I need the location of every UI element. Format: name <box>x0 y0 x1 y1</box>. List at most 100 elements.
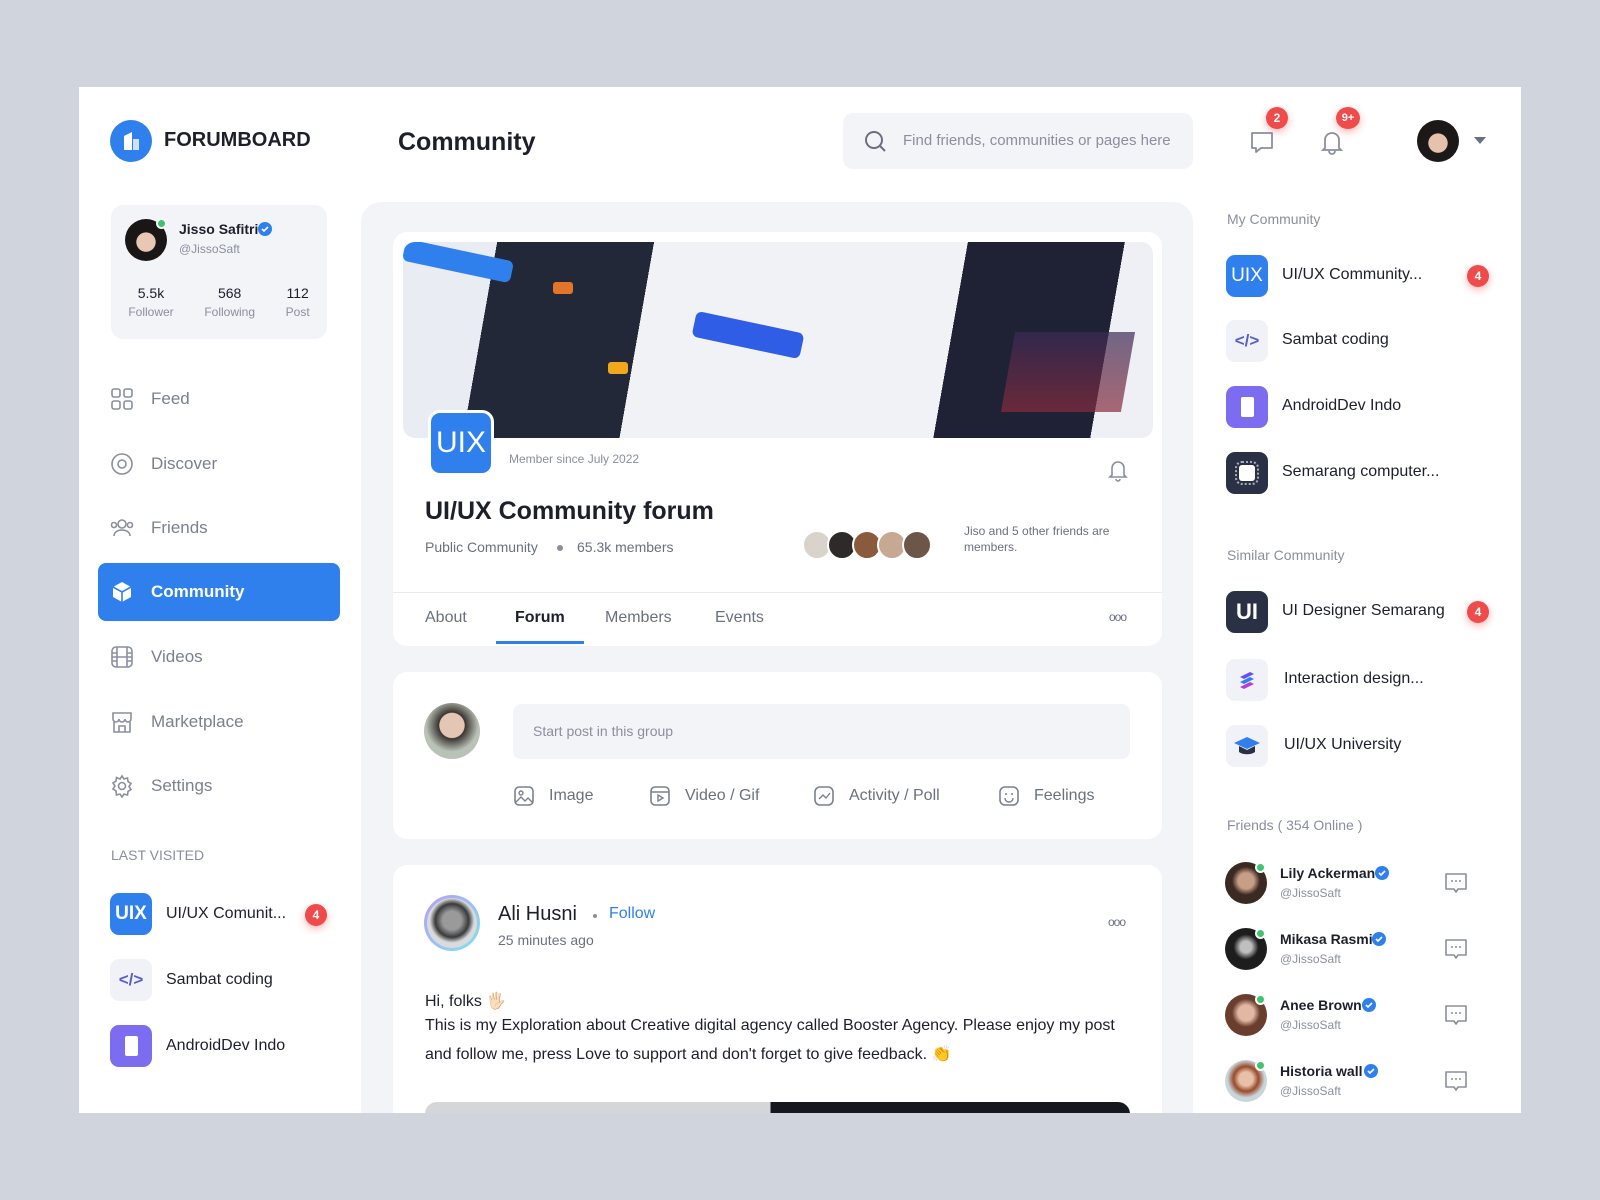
stat-following[interactable]: 568 Following <box>204 285 255 319</box>
friends-avatars[interactable] <box>802 530 942 562</box>
search-input[interactable]: Find friends, communities or pages here <box>843 113 1193 169</box>
community-item[interactable]: </> Sambat coding <box>1226 320 1506 362</box>
active-tab-indicator <box>496 641 584 644</box>
chart-icon <box>814 786 834 806</box>
nav-marketplace[interactable]: Marketplace <box>98 693 340 751</box>
image-icon <box>514 786 534 806</box>
main-content: UIX Member since July 2022 UI/UX Communi… <box>361 202 1193 1113</box>
grid-icon <box>111 388 133 410</box>
profile-stats: 5.5k Follower 568 Following 112 Post <box>111 285 327 319</box>
last-visited-item[interactable]: </> Sambat coding <box>110 959 330 1003</box>
friend-avatar <box>902 530 932 560</box>
android-device-icon <box>1226 386 1268 428</box>
nav-settings[interactable]: Settings <box>98 757 340 815</box>
app-window: FORUMBOARD Community Find friends, commu… <box>79 87 1521 1113</box>
community-item[interactable]: UIX UI/UX Community... 4 <box>1226 255 1506 297</box>
messages-button[interactable] <box>1249 129 1275 155</box>
gear-icon <box>111 774 133 798</box>
nav-videos[interactable]: Videos <box>98 628 340 686</box>
feelings-button[interactable]: Feelings <box>998 784 1094 808</box>
page-title: Community <box>398 128 536 156</box>
post-author-avatar[interactable] <box>424 895 480 951</box>
community-item[interactable]: AndroidDev Indo <box>1226 386 1506 428</box>
community-item[interactable]: Semarang computer... <box>1226 452 1506 494</box>
image-button[interactable]: Image <box>513 784 593 808</box>
chat-icon[interactable] <box>1443 870 1469 896</box>
composer-avatar <box>424 703 480 759</box>
friends-members-text: Jiso and 5 other friends are members. <box>964 524 1110 554</box>
tab-members[interactable]: Members <box>605 609 672 627</box>
similar-community-heading: Similar Community <box>1227 547 1345 563</box>
smiley-icon <box>999 786 1019 806</box>
post-author-name[interactable]: Ali Husni <box>498 903 577 926</box>
store-icon <box>112 712 132 733</box>
verified-icon <box>1375 866 1389 880</box>
profile-name: Jisso Safitri <box>179 221 259 237</box>
user-avatar[interactable] <box>1417 120 1459 162</box>
community-banner-image <box>403 242 1153 438</box>
nav-community[interactable]: Community <box>98 563 340 621</box>
chat-icon[interactable] <box>1443 936 1469 962</box>
uix-logo: UIX <box>1226 255 1268 297</box>
profile-handle: @JissoSaft <box>179 242 240 256</box>
messages-badge: 2 <box>1266 107 1288 129</box>
stat-followers[interactable]: 5.5k Follower <box>128 285 173 319</box>
friends-heading: Friends ( 354 Online ) <box>1227 817 1363 833</box>
post-image[interactable] <box>425 1102 1130 1113</box>
community-type: Public Community <box>425 539 538 555</box>
video-icon <box>650 786 670 806</box>
film-icon <box>111 646 133 668</box>
post-body: This is my Exploration about Creative di… <box>425 1017 1115 1063</box>
friend-row[interactable]: Historia wall @JissoSaft <box>1225 1060 1505 1104</box>
users-icon <box>110 519 134 537</box>
tab-about[interactable]: About <box>425 609 467 627</box>
chat-icon[interactable] <box>1443 1002 1469 1028</box>
stat-posts[interactable]: 112 Post <box>286 285 310 319</box>
chat-icon[interactable] <box>1443 1068 1469 1094</box>
community-item[interactable]: UI/UX University <box>1226 725 1506 767</box>
more-options-icon[interactable]: ooo <box>1109 610 1127 624</box>
tab-events[interactable]: Events <box>715 609 764 627</box>
separator-dot <box>593 914 597 918</box>
post-composer: Start post in this group Image Video / G… <box>393 672 1162 839</box>
follow-link[interactable]: Follow <box>609 905 655 923</box>
online-indicator <box>156 218 167 229</box>
friend-row[interactable]: Lily Ackerman @JissoSaft <box>1225 862 1505 906</box>
graduation-cap-icon <box>1226 725 1268 767</box>
post-greeting: Hi, folks 🖐🏻 <box>425 993 507 1010</box>
activity-poll-button[interactable]: Activity / Poll <box>813 784 940 808</box>
logo-icon <box>124 132 139 150</box>
online-indicator <box>1255 928 1266 939</box>
post-card: Ali Husni Follow 25 minutes ago ooo Hi, … <box>393 865 1162 1113</box>
verified-icon <box>1364 1064 1378 1078</box>
community-header-card: UIX Member since July 2022 UI/UX Communi… <box>393 232 1162 646</box>
start-post-input[interactable]: Start post in this group <box>513 704 1130 759</box>
profile-card[interactable]: Jisso Safitri @JissoSaft 5.5k Follower 56… <box>111 205 327 339</box>
verified-icon <box>1372 932 1386 946</box>
brand-logo[interactable] <box>110 120 152 162</box>
divider <box>393 592 1162 593</box>
last-visited-item[interactable]: AndroidDev Indo <box>110 1025 330 1069</box>
last-visited-item[interactable]: UIX UI/UX Comunit... 4 <box>110 893 330 937</box>
account-menu-caret[interactable] <box>1474 137 1486 144</box>
nav-friends[interactable]: Friends <box>98 499 340 557</box>
friend-row[interactable]: Anee Brown @JissoSaft <box>1225 994 1505 1038</box>
notifications-button[interactable] <box>1319 129 1345 155</box>
bell-icon[interactable] <box>1107 458 1129 482</box>
tab-forum[interactable]: Forum <box>515 609 565 627</box>
post-options-icon[interactable]: ooo <box>1108 915 1126 929</box>
video-gif-button[interactable]: Video / Gif <box>649 784 759 808</box>
chip-icon <box>1226 452 1268 494</box>
nav-discover[interactable]: Discover <box>98 435 340 493</box>
cube-icon <box>112 582 132 602</box>
online-indicator <box>1255 994 1266 1005</box>
separator-dot <box>557 545 563 551</box>
community-item[interactable]: UI UI Designer Semarang 4 <box>1226 591 1506 633</box>
community-item[interactable]: Interaction design... <box>1226 659 1506 701</box>
nav-feed[interactable]: Feed <box>98 370 340 428</box>
friend-row[interactable]: Mikasa Rasmi @JissoSaft <box>1225 928 1505 972</box>
last-visited-heading: LAST VISITED <box>111 847 205 863</box>
search-icon <box>865 131 886 152</box>
community-title: UI/UX Community forum <box>425 497 714 525</box>
community-members-count: 65.3k members <box>577 539 674 555</box>
